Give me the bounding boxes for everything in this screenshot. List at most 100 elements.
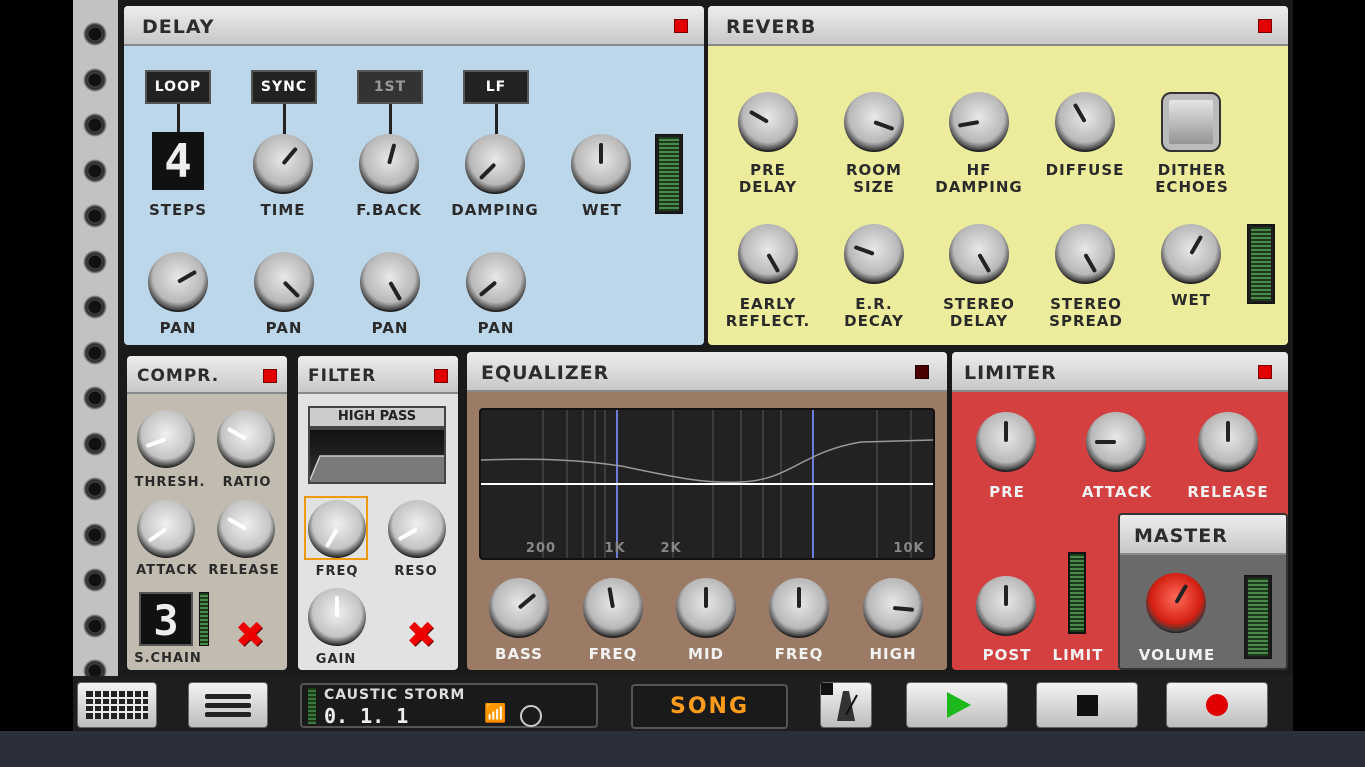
record-button[interactable]	[1166, 682, 1268, 728]
filter-gain-knob[interactable]	[308, 588, 366, 646]
limiter-post-label: POST	[982, 646, 1032, 664]
high-freq-knob[interactable]	[769, 578, 829, 638]
filter-curve-display	[308, 428, 446, 484]
room-size-knob[interactable]	[844, 92, 904, 152]
filter-enable-led[interactable]	[434, 369, 448, 383]
reverb-enable-led[interactable]	[1258, 19, 1272, 33]
threshold-knob[interactable]	[137, 410, 195, 468]
delay-vu-meter	[655, 134, 683, 214]
steps-display[interactable]: 4	[152, 132, 204, 190]
eq-graph	[479, 408, 935, 560]
rail-hole	[83, 67, 107, 92]
stereo-spread-knob[interactable]	[1055, 224, 1115, 284]
menu-icon	[205, 694, 251, 717]
pre-delay-knob[interactable]	[738, 92, 798, 152]
delay-panel: DELAY LOOP SYNC 1ST LF 4 STEPS TIME F.BA…	[124, 6, 704, 345]
metronome-button[interactable]	[820, 682, 872, 728]
volume-label: VOLUME	[1138, 646, 1216, 664]
pan-knob-4[interactable]	[466, 252, 526, 312]
sidechain-clear-icon[interactable]: ✖	[235, 618, 265, 654]
wifi-icon: 📶	[484, 703, 507, 724]
hf-damping-knob[interactable]	[949, 92, 1009, 152]
eq-curve-icon	[481, 410, 933, 558]
reverb-header: REVERB	[708, 6, 1288, 46]
pan-knob-3[interactable]	[360, 252, 420, 312]
pan-knob-1[interactable]	[148, 252, 208, 312]
damping-knob[interactable]	[465, 134, 525, 194]
compressor-enable-led[interactable]	[263, 369, 277, 383]
sidechain-display[interactable]: 3	[139, 592, 193, 646]
connector	[177, 104, 180, 132]
delay-enable-led[interactable]	[674, 19, 688, 33]
rail-hole	[83, 568, 107, 592]
release-knob[interactable]	[217, 500, 275, 558]
stop-button[interactable]	[1036, 682, 1138, 728]
er-decay-label: E.R. DECAY	[844, 295, 904, 330]
rail-hole	[83, 340, 107, 365]
pre-delay-label: PRE DELAY	[738, 161, 798, 196]
time-knob[interactable]	[253, 134, 313, 194]
high-freq-label: FREQ	[774, 645, 824, 663]
equalizer-enable-led[interactable]	[915, 365, 929, 379]
first-button[interactable]: 1ST	[357, 70, 423, 104]
early-reflect-label: EARLY REFLECT.	[725, 295, 811, 330]
filter-mode-selector[interactable]: HIGH PASS	[308, 406, 446, 428]
ratio-knob[interactable]	[217, 410, 275, 468]
time-label: TIME	[260, 201, 306, 219]
rail-hole	[83, 613, 107, 638]
connector	[389, 104, 392, 134]
damping-label: DAMPING	[451, 201, 539, 219]
volume-knob[interactable]	[1146, 573, 1206, 633]
attack-knob[interactable]	[137, 500, 195, 558]
dither-echoes-button[interactable]	[1161, 92, 1221, 152]
rail-hole	[83, 249, 107, 274]
limiter-post-knob[interactable]	[976, 576, 1036, 636]
play-button[interactable]	[906, 682, 1008, 728]
pan-knob-2[interactable]	[254, 252, 314, 312]
reverb-wet-knob[interactable]	[1161, 224, 1221, 284]
diffuse-knob[interactable]	[1055, 92, 1115, 152]
early-reflect-knob[interactable]	[738, 224, 798, 284]
menu-button[interactable]	[188, 682, 268, 728]
limiter-enable-led[interactable]	[1258, 365, 1272, 379]
play-icon	[947, 692, 971, 718]
filter-reso-knob[interactable]	[388, 500, 446, 558]
er-decay-knob[interactable]	[844, 224, 904, 284]
limiter-pre-knob[interactable]	[976, 412, 1036, 472]
eq-200-label: 200	[525, 541, 557, 556]
filter-clear-icon[interactable]: ✖	[406, 618, 436, 654]
lf-button[interactable]: LF	[463, 70, 529, 104]
mid-label: MID	[688, 645, 724, 663]
master-header: MASTER	[1120, 515, 1286, 555]
equalizer-header: EQUALIZER	[467, 352, 947, 392]
filter-header: FILTER	[298, 356, 458, 394]
master-title: MASTER	[1134, 525, 1228, 547]
stop-icon	[1077, 695, 1098, 716]
bass-knob[interactable]	[489, 578, 549, 638]
room-size-label: ROOM SIZE	[846, 161, 902, 196]
grid-view-button[interactable]	[77, 682, 157, 728]
mid-knob[interactable]	[676, 578, 736, 638]
limiter-pre-label: PRE	[989, 483, 1025, 501]
compressor-vu-meter	[199, 592, 209, 646]
loop-button[interactable]: LOOP	[145, 70, 211, 104]
song-mode-button[interactable]: SONG	[631, 684, 788, 729]
song-level-meter	[308, 688, 316, 724]
bass-freq-knob[interactable]	[583, 578, 643, 638]
pan-label: PAN	[265, 319, 303, 337]
compressor-title: COMPR.	[137, 366, 220, 386]
rail-hole	[83, 113, 107, 137]
threshold-label: THRESH.	[134, 475, 206, 490]
wet-knob[interactable]	[571, 134, 631, 194]
limiter-release-knob[interactable]	[1198, 412, 1258, 472]
limiter-attack-knob[interactable]	[1086, 412, 1146, 472]
eq-10k-label: 10K	[893, 541, 925, 556]
stereo-delay-knob[interactable]	[949, 224, 1009, 284]
feedback-knob[interactable]	[359, 134, 419, 194]
high-knob[interactable]	[863, 578, 923, 638]
song-info-display[interactable]: CAUSTIC STORM 0. 1. 1 📶	[300, 683, 598, 728]
sync-button[interactable]: SYNC	[251, 70, 317, 104]
delay-title: DELAY	[142, 16, 215, 38]
filter-reso-label: RESO	[394, 564, 438, 579]
filter-freq-knob[interactable]	[308, 500, 366, 558]
